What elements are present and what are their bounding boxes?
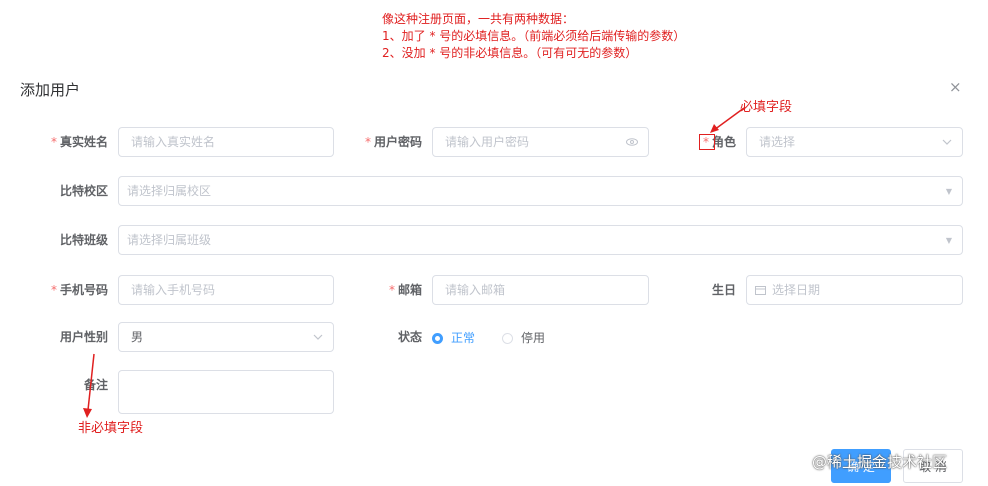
phone-label: * 手机号码	[50, 283, 108, 297]
annotation-arrow	[710, 107, 745, 133]
status-radio-disabled[interactable]: 停用	[502, 330, 545, 346]
password-input[interactable]: 请输入用户密码	[432, 127, 649, 157]
role-placeholder: 请选择	[759, 135, 796, 149]
caret-down-icon: ▼	[945, 236, 952, 245]
watermark: @稀土掘金技术社区	[812, 453, 948, 471]
required-highlight-box	[699, 134, 715, 150]
annotation-arrow	[83, 353, 95, 418]
gender-value: 男	[131, 330, 144, 344]
gender-label: 用户性别	[59, 330, 108, 344]
email-label: * 邮箱	[388, 283, 422, 297]
class-select[interactable]: 请选择归属班级 ▼	[118, 225, 963, 255]
role-select[interactable]: 请选择	[746, 127, 963, 157]
birthday-placeholder: 选择日期	[772, 283, 821, 297]
calendar-icon	[755, 277, 766, 304]
required-asterisk: *	[50, 135, 57, 149]
birthday-label: 生日	[711, 283, 736, 297]
password-placeholder: 请输入用户密码	[445, 135, 530, 149]
status-label: 状态	[397, 330, 422, 344]
real-name-input[interactable]: 请输入真实姓名	[118, 127, 334, 157]
dialog-title: 添加用户	[20, 81, 81, 99]
required-asterisk: *	[388, 283, 395, 297]
campus-select[interactable]: 请选择归属校区 ▼	[118, 176, 963, 206]
gender-select[interactable]: 男	[118, 322, 334, 352]
class-label: 比特班级	[59, 233, 108, 247]
radio-unchecked-icon	[502, 333, 513, 344]
email-input[interactable]: 请输入邮箱	[432, 275, 649, 305]
birthday-picker[interactable]: 选择日期	[746, 275, 963, 305]
annotation-line-1: 像这种注册页面，一共有两种数据：	[382, 12, 575, 26]
annotation-line-2: 1、加了 * 号的必填信息。（前端必须给后端传输的参数）	[382, 29, 686, 43]
password-label: * 用户密码	[364, 135, 422, 149]
campus-label: 比特校区	[59, 184, 108, 198]
remark-textarea[interactable]	[118, 370, 334, 414]
caret-down-icon: ▼	[945, 187, 952, 196]
eye-icon[interactable]	[626, 128, 638, 156]
status-radio-normal[interactable]: 正常	[432, 330, 475, 346]
campus-placeholder: 请选择归属校区	[127, 184, 212, 198]
chevron-down-icon	[942, 128, 952, 156]
radio-checked-icon	[432, 333, 443, 344]
optional-field-annotation: 非必填字段	[78, 421, 144, 436]
class-placeholder: 请选择归属班级	[127, 233, 212, 247]
real-name-label: * 真实姓名	[50, 135, 108, 149]
required-asterisk: *	[50, 283, 57, 297]
close-icon[interactable]: ×	[949, 78, 962, 96]
chevron-down-icon	[313, 323, 323, 351]
annotation-line-3: 2、没加 * 号的非必填信息。（可有可无的参数）	[382, 46, 638, 60]
phone-input[interactable]: 请输入手机号码	[118, 275, 334, 305]
required-asterisk: *	[364, 135, 371, 149]
